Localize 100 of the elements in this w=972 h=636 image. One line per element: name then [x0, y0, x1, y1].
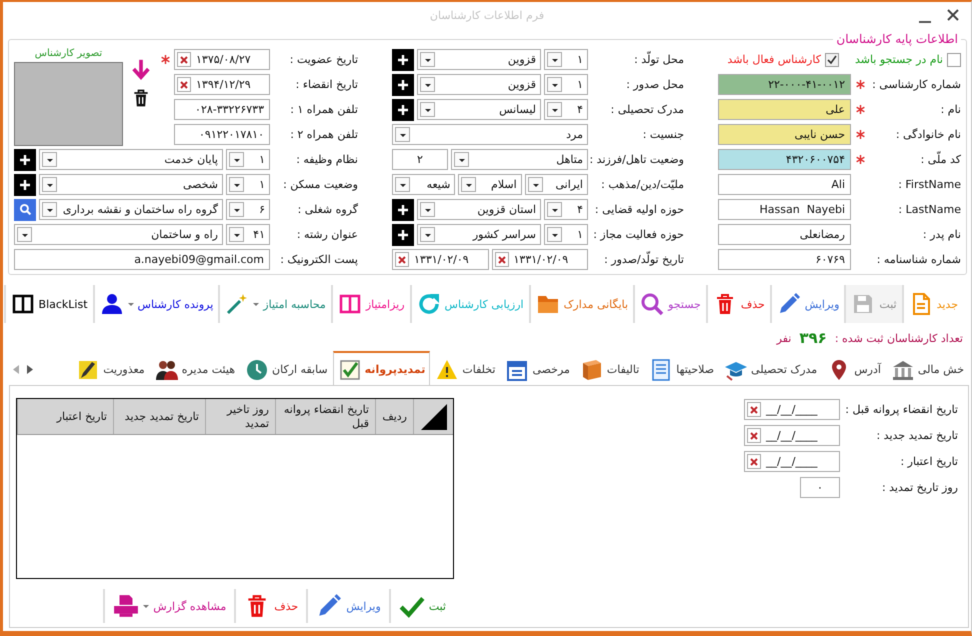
close-button[interactable] — [945, 7, 961, 23]
caret-icon — [229, 177, 244, 192]
checkbox[interactable] — [947, 52, 961, 66]
clear-button[interactable] — [494, 252, 508, 267]
tab[interactable]: هیئت مدیره — [150, 353, 240, 385]
clear-button[interactable] — [177, 77, 191, 92]
code-dropdown[interactable]: ۴ — [544, 99, 588, 120]
clear-button[interactable] — [177, 52, 191, 67]
plus-icon — [19, 154, 31, 166]
dropdown[interactable]: مرد — [392, 124, 588, 145]
dropdown[interactable]: گروه راه ساختمان و نقشه برداری — [39, 199, 223, 220]
toolbar-button[interactable]: جستجو — [633, 285, 706, 323]
dropdown[interactable]: شیعه — [392, 174, 456, 195]
dropdown[interactable]: راه و ساختمان — [14, 224, 223, 245]
clear-button[interactable] — [747, 428, 761, 443]
search-button[interactable] — [14, 198, 36, 220]
toolbar-button[interactable]: پرونده کارشناس — [92, 285, 218, 323]
caret-icon — [420, 77, 435, 92]
add-button[interactable] — [392, 74, 414, 96]
dropdown[interactable]: متاهل — [451, 149, 588, 170]
date-field[interactable]: __/__/____ — [744, 399, 840, 420]
field-label: نام خانوادگی : — [894, 128, 961, 141]
date-field[interactable]: __/__/____ — [744, 451, 840, 472]
text-field[interactable]: ۰۹۱۲۲۰۱۷۸۱۰ — [174, 124, 270, 145]
dropdown[interactable]: پایان خدمت — [39, 149, 223, 170]
action-button[interactable]: مشاهده گزارش — [103, 589, 234, 623]
date-field[interactable]: ۱۳۷۵/۰۸/۲۷ — [174, 49, 270, 70]
code-dropdown[interactable]: ۶ — [226, 199, 270, 220]
tab[interactable]: تمدیدپروانه — [332, 351, 430, 385]
triangle-icon — [420, 404, 446, 430]
add-button[interactable] — [392, 198, 414, 220]
number-field[interactable]: ۲ — [392, 149, 448, 170]
text-field[interactable]: ۶۰۷۶۹ — [718, 249, 851, 270]
add-button[interactable] — [392, 48, 414, 70]
dropdown[interactable]: سراسر کشور — [417, 224, 541, 245]
toolbar-button[interactable]: BlackList — [4, 285, 93, 323]
text-field[interactable]: Hassan Nayebi — [718, 199, 851, 220]
code-dropdown[interactable]: ۱ — [544, 74, 588, 95]
clear-button[interactable] — [747, 402, 761, 417]
tab[interactable]: تالیفات — [574, 353, 644, 385]
number-field[interactable]: ۰ — [800, 477, 840, 498]
dropdown[interactable]: قزوین — [417, 74, 541, 95]
dropdown[interactable]: لیسانس — [417, 99, 541, 120]
dropdown[interactable]: قزوین — [417, 49, 541, 70]
text-field[interactable]: ۰۲۸-۳۳۲۲۶۷۳۳ — [174, 99, 270, 120]
scroll-right-icon[interactable] — [26, 364, 33, 374]
clear-button[interactable] — [747, 454, 761, 469]
dropdown[interactable]: استان قزوین — [417, 199, 541, 220]
text-field[interactable]: حسن نایبی — [718, 124, 851, 145]
toolbar-button[interactable]: ریزامتیاز — [330, 285, 410, 323]
tab[interactable]: مرخصی — [500, 353, 575, 385]
field-label: شماره شناسنامه : — [876, 253, 961, 266]
toolbar-button[interactable]: حذف — [706, 285, 770, 323]
tab[interactable]: معذوریت — [71, 353, 150, 385]
field-label: محل تولّد : — [633, 53, 684, 66]
add-button[interactable] — [392, 98, 414, 120]
column-header: تاریخ تمدید جدید — [113, 399, 205, 434]
tab[interactable]: صلاحیتها — [644, 353, 720, 385]
field-label: تاریخ انقضاء پروانه قبل : — [844, 403, 958, 416]
text-field[interactable]: رمضانعلی — [718, 224, 851, 245]
tab[interactable]: خش مالی — [886, 353, 969, 385]
tab[interactable]: سابقه ارکان — [240, 353, 333, 385]
checkbox-label[interactable]: نام در جستجو باشد — [854, 53, 943, 66]
add-button[interactable] — [392, 224, 414, 246]
add-button[interactable] — [14, 148, 36, 170]
caret-icon — [461, 177, 476, 192]
date-field[interactable]: __/__/____ — [744, 425, 840, 446]
text-field[interactable]: علی — [718, 99, 851, 120]
code-dropdown[interactable]: ۱ — [226, 174, 270, 195]
add-button[interactable] — [14, 174, 36, 196]
toolbar-button[interactable]: ویرایش — [770, 285, 844, 323]
code-dropdown[interactable]: ۴ — [544, 199, 588, 220]
tab[interactable]: آدرس — [822, 353, 886, 385]
dropdown[interactable]: شخصی — [39, 174, 223, 195]
field-label: تاریخ تولّد/صدور : — [603, 253, 684, 266]
action-button[interactable]: ویرایش — [306, 589, 389, 623]
field-label: تاریخ اعتبار : — [899, 455, 958, 468]
plus-icon — [397, 54, 409, 66]
tab[interactable]: مدرک تحصیلی — [719, 353, 822, 385]
code-dropdown[interactable]: ۱ — [544, 49, 588, 70]
text-field[interactable]: a.nayebi09@gmail.com — [14, 249, 270, 270]
date-field[interactable]: ۱۳۳۱/۰۲/۰۹ — [392, 249, 488, 270]
plus-icon — [397, 78, 409, 90]
tab[interactable]: تخلفات — [430, 353, 500, 385]
dropdown[interactable]: ایرانی — [524, 174, 588, 195]
text-field[interactable]: ۲۲-۰۰۰-۴۱-۰۰۱۲ — [718, 74, 851, 95]
code-dropdown[interactable]: ۱ — [544, 224, 588, 245]
code-dropdown[interactable]: ۱ — [226, 149, 270, 170]
dropdown[interactable]: اسلام — [458, 174, 522, 195]
toolbar-button[interactable]: محاسبه امتیاز — [218, 285, 331, 323]
action-button[interactable]: ثبت — [388, 589, 454, 623]
checkbox-label[interactable]: کارشناس فعال باشد — [727, 53, 821, 66]
date-field[interactable]: ۱۳۳۱/۰۲/۰۹ — [492, 249, 588, 270]
code-dropdown[interactable]: ۴۱ — [226, 224, 270, 245]
checkbox[interactable] — [824, 52, 839, 66]
text-field[interactable]: ۴۳۲۰۶۰۰۷۵۴ — [718, 149, 851, 170]
text-field[interactable]: Ali — [718, 174, 851, 195]
clear-button[interactable] — [395, 252, 409, 267]
date-field[interactable]: ۱۳۹۴/۱۲/۲۹ — [174, 74, 270, 95]
action-button[interactable]: حذف — [234, 589, 306, 623]
